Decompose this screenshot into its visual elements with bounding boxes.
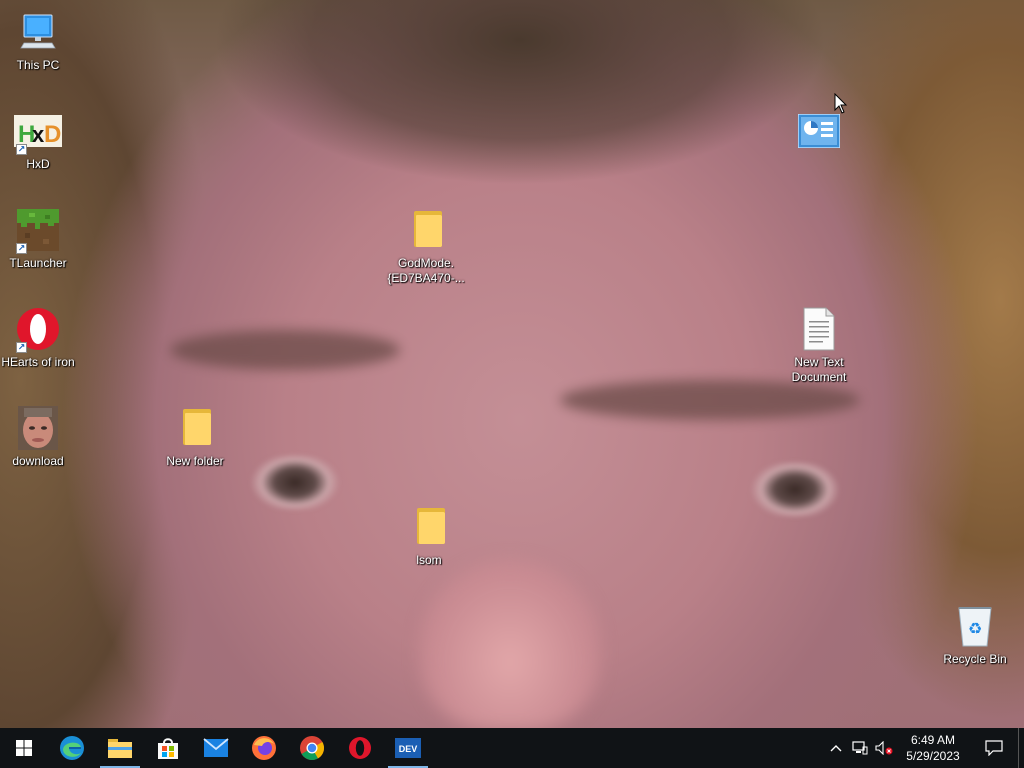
computer-icon xyxy=(14,8,62,56)
clock-time: 6:49 AM xyxy=(910,733,956,747)
desktop-icon-label: New Text Document xyxy=(791,355,847,384)
desktop-icon-label: HxD xyxy=(26,157,50,171)
desktop-icon-tlauncher[interactable]: ↗ TLauncher xyxy=(0,206,76,271)
svg-text:D: D xyxy=(44,121,61,148)
desktop-icon-new-folder[interactable]: New folder xyxy=(157,404,233,469)
wallpaper-nose xyxy=(420,560,600,728)
clock-date: 5/29/2023 xyxy=(906,749,960,763)
taskbar-edge[interactable] xyxy=(48,728,96,768)
opera-icon xyxy=(349,737,371,759)
mouse-cursor-icon xyxy=(834,93,848,114)
desktop-icon-label: Recycle Bin xyxy=(943,652,1007,666)
network-icon xyxy=(852,741,868,755)
show-hidden-icons-button[interactable] xyxy=(824,728,848,768)
notification-icon xyxy=(985,740,1003,756)
store-icon xyxy=(158,738,178,759)
wallpaper-brow-left xyxy=(170,330,400,370)
opera-icon: ↗ xyxy=(14,305,62,353)
desktop-icon-lsom[interactable]: lsom xyxy=(391,503,467,568)
dev-icon: DEV xyxy=(395,738,421,758)
desktop-icon-label: New folder xyxy=(166,454,224,468)
network-button[interactable] xyxy=(848,728,872,768)
taskbar-file-explorer[interactable] xyxy=(96,728,144,768)
taskbar-mail[interactable] xyxy=(192,728,240,768)
desktop-icon-label: GodMode. {ED7BA470-... xyxy=(387,256,465,285)
recycle-bin-icon: ♻ xyxy=(951,602,999,650)
desktop-icon-label: download xyxy=(12,454,64,468)
action-center-button[interactable] xyxy=(970,728,1018,768)
svg-text:♻: ♻ xyxy=(968,619,982,638)
windows-logo-icon xyxy=(16,740,32,756)
taskbar-clock[interactable]: 6:49 AM 5/29/2023 xyxy=(896,732,970,764)
folder-icon xyxy=(405,503,453,551)
desktop-icon-download[interactable]: download xyxy=(0,404,76,469)
desktop-icon-hxd[interactable]: H x D ↗ HxD xyxy=(0,107,76,172)
edge-icon xyxy=(60,736,84,760)
shortcut-arrow-icon: ↗ xyxy=(16,342,27,353)
text-document-icon xyxy=(795,305,843,353)
taskbar-opera[interactable] xyxy=(336,728,384,768)
taskbar: DEV 6:49 AM 5/29/2023 xyxy=(0,728,1024,768)
system-tray: 6:49 AM 5/29/2023 xyxy=(824,728,1024,768)
shortcut-arrow-icon: ↗ xyxy=(16,243,27,254)
wallpaper-eye-right xyxy=(720,462,870,517)
desktop-icon-label: TLauncher xyxy=(9,256,67,270)
desktop-icon-recycle-bin[interactable]: ♻ Recycle Bin xyxy=(937,602,1013,667)
volume-muted-icon xyxy=(875,741,893,755)
dev-icon-label: DEV xyxy=(399,744,418,754)
wallpaper-eye-left xyxy=(220,455,370,510)
folder-icon xyxy=(171,404,219,452)
volume-button[interactable] xyxy=(872,728,896,768)
file-explorer-icon xyxy=(108,739,132,758)
desktop-wallpaper xyxy=(0,0,1024,728)
mail-icon xyxy=(203,738,229,757)
firefox-icon xyxy=(252,736,276,760)
shortcut-arrow-icon: ↗ xyxy=(16,144,27,155)
desktop-icon-hearts-of-iron[interactable]: ↗ HEarts of iron xyxy=(0,305,76,370)
folder-icon xyxy=(402,206,450,254)
start-button[interactable] xyxy=(0,728,48,768)
hxd-icon: H x D ↗ xyxy=(14,107,62,155)
desktop-icon-godmode[interactable]: GodMode. {ED7BA470-... xyxy=(387,206,465,286)
minecraft-grass-block-icon: ↗ xyxy=(14,206,62,254)
image-thumbnail-icon xyxy=(14,404,62,452)
desktop-icon-label: This PC xyxy=(16,58,60,72)
chrome-icon xyxy=(300,736,325,761)
desktop-icon-new-text-document[interactable]: New Text Document xyxy=(781,305,857,385)
wallpaper-brow-right xyxy=(560,380,860,420)
taskbar-firefox[interactable] xyxy=(240,728,288,768)
taskbar-dev[interactable]: DEV xyxy=(384,728,432,768)
chevron-up-icon xyxy=(830,745,842,752)
desktop-icon-label: HEarts of iron xyxy=(1,355,75,369)
show-desktop-button[interactable] xyxy=(1018,728,1024,768)
desktop-icon-this-pc[interactable]: This PC xyxy=(0,8,76,73)
taskbar-store[interactable] xyxy=(144,728,192,768)
desktop-icon-label: lsom xyxy=(416,553,442,567)
taskbar-chrome[interactable] xyxy=(288,728,336,768)
